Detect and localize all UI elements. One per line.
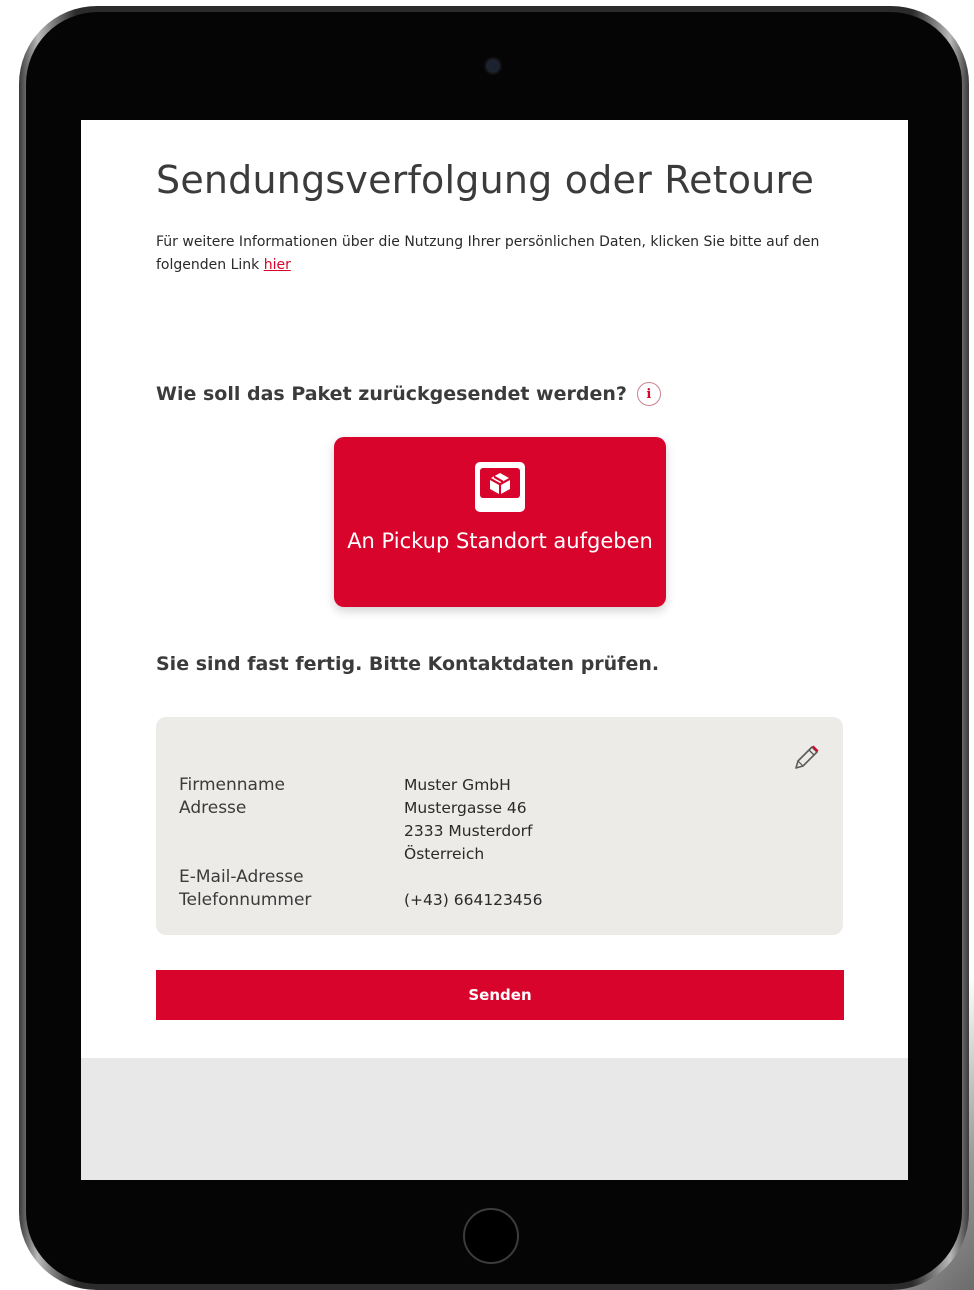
contact-check-heading: Sie sind fast fertig. Bitte Kontaktdaten… — [156, 653, 660, 675]
package-icon-graphic — [480, 468, 520, 498]
return-method-question-text: Wie soll das Paket zurückgesendet werden… — [156, 383, 627, 405]
package-icon — [475, 462, 525, 512]
contact-field-labels: Firmenname Adresse E-Mail-Adresse Telefo… — [179, 774, 389, 912]
page-title: Sendungsverfolgung oder Retoure — [156, 158, 815, 202]
front-camera — [486, 59, 500, 73]
return-method-question: Wie soll das Paket zurückgesendet werden… — [156, 382, 661, 406]
city-value: 2333 Musterdorf — [404, 822, 533, 840]
pickup-location-option[interactable]: An Pickup Standort aufgeben — [334, 437, 666, 607]
phone-label: Telefonnummer — [179, 890, 312, 910]
email-label: E-Mail-Adresse — [179, 867, 304, 887]
info-icon[interactable]: i — [636, 382, 661, 406]
address-label-spacer — [179, 843, 389, 866]
address-label-spacer — [179, 820, 389, 843]
privacy-link[interactable]: hier — [264, 257, 291, 273]
pencil-icon[interactable] — [791, 743, 821, 773]
privacy-info-text: Für weitere Informationen über die Nutzu… — [156, 231, 846, 277]
home-button[interactable] — [463, 1208, 519, 1264]
send-button[interactable]: Senden — [156, 970, 844, 1020]
street-value: Mustergasse 46 — [404, 799, 527, 817]
pickup-option-label: An Pickup Standort aufgeben — [347, 529, 653, 553]
page-footer — [81, 1058, 908, 1180]
contact-field-values: Muster GmbH Mustergasse 46 2333 Musterdo… — [404, 774, 784, 912]
privacy-info-sentence: Für weitere Informationen über die Nutzu… — [156, 234, 820, 273]
country-value: Österreich — [404, 845, 485, 863]
email-value — [404, 866, 784, 889]
tablet-screen: Sendungsverfolgung oder Retoure Für weit… — [81, 120, 908, 1180]
company-value: Muster GmbH — [404, 776, 511, 794]
contact-details-panel: Firmenname Adresse E-Mail-Adresse Telefo… — [156, 717, 843, 935]
company-label: Firmenname — [179, 775, 285, 795]
address-label: Adresse — [179, 798, 247, 818]
phone-value: (+43) 664123456 — [404, 891, 543, 909]
